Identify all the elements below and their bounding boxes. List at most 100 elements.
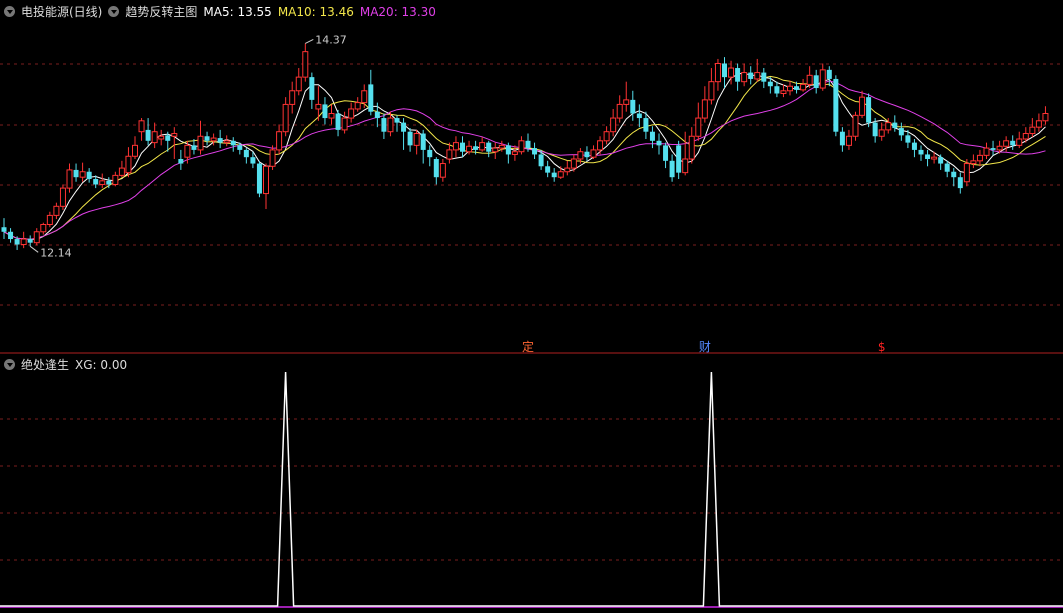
candle — [439, 159, 446, 182]
candle-body — [348, 108, 355, 119]
candle — [486, 140, 492, 158]
candle-body — [309, 77, 315, 100]
candle-body — [8, 231, 14, 240]
candle-body — [872, 122, 878, 137]
candle — [970, 154, 977, 169]
candle-body — [708, 81, 715, 101]
candle — [263, 163, 269, 210]
candle-body — [794, 86, 800, 90]
price-grid — [0, 63, 1063, 306]
candle-body — [722, 63, 727, 78]
candle — [735, 63, 741, 91]
candle-body — [859, 96, 866, 116]
candle-body — [511, 151, 518, 155]
candle — [138, 118, 145, 141]
candle-body — [204, 136, 210, 141]
candle-body — [27, 239, 33, 243]
candle-body — [40, 223, 47, 233]
candle — [99, 173, 106, 189]
candle-body — [125, 155, 132, 174]
candle-body — [223, 140, 230, 144]
chevron-down-icon[interactable] — [108, 6, 120, 17]
candle — [230, 137, 236, 152]
candle-body — [401, 122, 407, 132]
candle-body — [452, 142, 459, 151]
candle-body — [1016, 138, 1023, 146]
candle-body — [728, 67, 735, 78]
candle — [688, 127, 695, 164]
candle-body — [14, 239, 20, 245]
candle-body — [735, 68, 741, 82]
candle-body — [885, 122, 892, 131]
candle-body — [86, 171, 92, 180]
candle-body — [289, 90, 296, 105]
candle-body — [774, 86, 780, 94]
candle — [1042, 106, 1049, 125]
candle-body — [1010, 140, 1016, 146]
candle-body — [381, 118, 387, 132]
candle — [335, 109, 341, 137]
candle-body — [1022, 133, 1029, 140]
candle — [761, 68, 767, 89]
candle-body — [394, 118, 400, 123]
candle — [813, 69, 819, 94]
candle-body — [976, 154, 983, 162]
candle-body — [878, 129, 885, 137]
candle — [217, 129, 223, 149]
event-marker[interactable]: 财 — [699, 340, 711, 354]
candle-body — [243, 149, 249, 158]
candle-body — [819, 69, 826, 89]
candle-body — [269, 149, 276, 167]
candle-body — [590, 149, 597, 158]
candle — [118, 160, 125, 178]
candle-body — [714, 62, 721, 83]
candle-body — [302, 51, 309, 78]
candle — [806, 66, 813, 89]
candle-body — [322, 104, 328, 119]
candle — [826, 66, 832, 87]
chevron-down-icon[interactable] — [4, 359, 15, 370]
candle-body — [66, 169, 73, 189]
candle — [616, 95, 623, 123]
candle — [708, 68, 715, 105]
candle — [46, 211, 53, 228]
candle-body — [944, 163, 950, 172]
kline-chart[interactable]: 14.37 12.14 定 财 $ — [0, 0, 1063, 613]
candle-body — [59, 187, 66, 207]
lower-indicator-title: 绝处逢生 — [21, 358, 70, 372]
candle-body — [230, 140, 236, 146]
candle-body — [79, 171, 86, 178]
event-marker[interactable]: 定 — [522, 339, 534, 354]
candle — [845, 129, 852, 150]
candle-body — [112, 174, 119, 185]
candle-body — [780, 90, 787, 95]
candle — [452, 136, 459, 158]
candle — [171, 127, 178, 159]
chevron-down-icon[interactable] — [4, 6, 15, 17]
candle — [112, 171, 119, 187]
candle-body — [210, 137, 217, 142]
candle — [551, 168, 557, 182]
indicator-grid — [0, 418, 1063, 608]
candle-body — [584, 151, 590, 158]
moving-average-lines — [3, 72, 1046, 240]
candle-body — [492, 147, 499, 153]
candlestick-series — [1, 43, 1049, 250]
candle — [348, 102, 355, 123]
candle — [963, 159, 970, 187]
candle — [354, 97, 361, 112]
candle-body — [616, 103, 623, 119]
event-marker[interactable]: $ — [878, 340, 886, 354]
candle-body — [597, 140, 604, 151]
ma10-line — [3, 75, 1046, 240]
candle-body — [911, 142, 917, 150]
candle — [256, 160, 262, 198]
candle-body — [53, 205, 60, 216]
candle — [649, 126, 655, 149]
candle-body — [368, 84, 374, 112]
candle — [722, 57, 727, 89]
candle-body — [918, 149, 924, 155]
candle — [925, 149, 931, 167]
candle-body — [93, 179, 99, 185]
candle — [427, 145, 433, 167]
